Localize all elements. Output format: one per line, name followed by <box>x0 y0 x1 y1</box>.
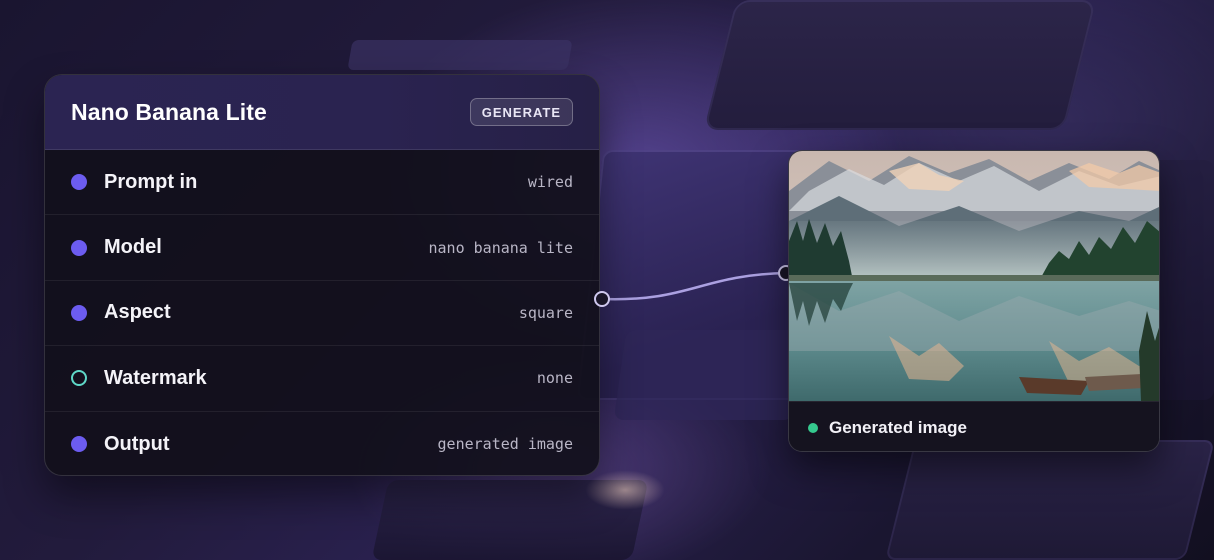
landscape-image <box>789 151 1159 401</box>
background-panel <box>885 440 1214 560</box>
input-port-empty-icon[interactable] <box>71 370 87 387</box>
background-panel <box>347 40 573 70</box>
background-panel <box>613 330 807 420</box>
param-row-output[interactable]: Output generated image <box>45 412 599 475</box>
param-label: Prompt in <box>104 170 198 193</box>
param-value: none <box>536 369 573 388</box>
param-label: Output <box>104 432 170 455</box>
param-row-prompt-in[interactable]: Prompt in wired <box>45 150 599 216</box>
generated-image <box>789 151 1159 401</box>
input-port-icon[interactable] <box>71 304 87 321</box>
background-panel <box>703 0 1097 130</box>
image-caption: Generated image <box>789 401 1159 451</box>
param-value: nano banana lite <box>428 238 574 257</box>
node-header: Nano Banana Lite GENERATE <box>45 75 599 150</box>
param-label: Model <box>104 236 162 259</box>
param-label: Watermark <box>104 366 207 389</box>
background-glow <box>585 470 665 510</box>
node-output-port[interactable] <box>594 291 610 307</box>
node-panel[interactable]: Nano Banana Lite GENERATE Prompt in wire… <box>44 74 600 476</box>
node-title: Nano Banana Lite <box>71 98 267 125</box>
output-image-card[interactable]: Generated image <box>788 150 1160 452</box>
caption-label: Generated image <box>829 417 967 437</box>
param-value: square <box>518 303 573 322</box>
generate-button[interactable]: GENERATE <box>469 98 573 126</box>
param-value: wired <box>527 173 573 192</box>
status-dot <box>808 422 818 433</box>
output-port-icon[interactable] <box>71 436 87 453</box>
param-row-aspect[interactable]: Aspect square <box>45 281 599 347</box>
param-label: Aspect <box>104 301 171 324</box>
param-value: generated image <box>437 435 573 454</box>
param-row-model[interactable]: Model nano banana lite <box>45 215 599 281</box>
input-port-icon[interactable] <box>71 239 87 256</box>
param-row-watermark[interactable]: Watermark none <box>45 346 599 412</box>
input-port-icon[interactable] <box>71 174 87 191</box>
